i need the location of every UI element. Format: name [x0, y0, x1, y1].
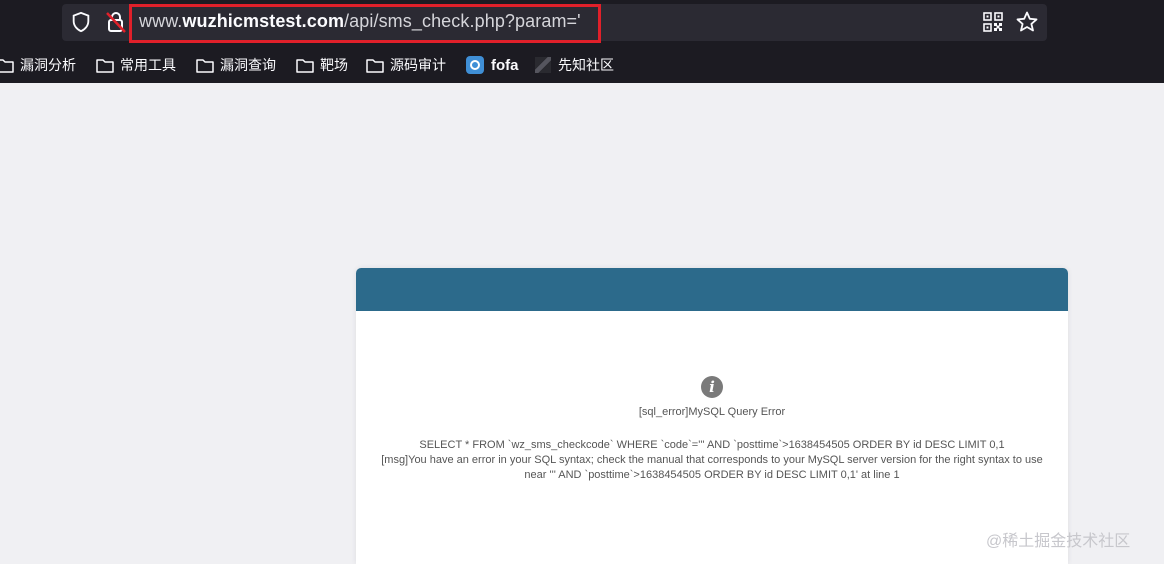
bookmarks-bar: 漏洞分析 常用工具 漏洞查询 靶场 源码审计 fofa 先知社区: [0, 50, 1164, 80]
info-icon: i: [701, 376, 723, 398]
bookmark-xianzhi[interactable]: 先知社区: [535, 54, 614, 76]
bookmark-label: 源码审计: [390, 57, 446, 73]
error-card-header: [356, 268, 1068, 311]
error-card: i [sql_error]MySQL Query Error SELECT * …: [356, 268, 1068, 564]
error-title: [sql_error]MySQL Query Error: [638, 406, 786, 418]
fofa-icon: [466, 56, 484, 74]
bookmark-label: 靶场: [320, 57, 348, 73]
bookmark-label: 先知社区: [558, 57, 614, 73]
browser-toolbar: www.wuzhicmstest.com/api/sms_check.php?p…: [0, 0, 1164, 46]
bookmark-label: 常用工具: [120, 57, 176, 73]
bookmark-label: 漏洞查询: [220, 57, 276, 73]
bookmark-folder[interactable]: 源码审计: [366, 54, 446, 76]
bookmark-fofa[interactable]: fofa: [466, 54, 519, 76]
bookmark-folder[interactable]: 靶场: [296, 54, 348, 76]
browser-chrome: www.wuzhicmstest.com/api/sms_check.php?p…: [0, 0, 1164, 83]
bookmark-folder[interactable]: 常用工具: [96, 54, 176, 76]
bookmark-label: fofa: [491, 56, 519, 74]
qr-code-icon[interactable]: [983, 12, 1003, 32]
insecure-lock-icon[interactable]: [104, 10, 128, 34]
error-message: SELECT * FROM `wz_sms_checkcode` WHERE `…: [376, 438, 1048, 483]
bookmark-folder[interactable]: 漏洞查询: [196, 54, 276, 76]
bookmark-star-icon[interactable]: [1015, 10, 1039, 34]
folder-icon: [196, 59, 214, 73]
sql-msg-line: [msg]You have an error in your SQL synta…: [381, 454, 1043, 481]
folder-icon: [366, 59, 384, 73]
folder-icon: [96, 59, 114, 73]
folder-icon: [0, 59, 14, 73]
shield-icon[interactable]: [70, 11, 92, 33]
url-highlight-box: [129, 4, 601, 43]
bookmark-folder[interactable]: 漏洞分析: [0, 54, 76, 76]
bookmark-label: 漏洞分析: [20, 57, 76, 73]
xianzhi-icon: [535, 57, 551, 73]
sql-query-line: SELECT * FROM `wz_sms_checkcode` WHERE `…: [419, 439, 1005, 451]
folder-icon: [296, 59, 314, 73]
watermark: @稀土掘金技术社区: [986, 533, 1131, 550]
